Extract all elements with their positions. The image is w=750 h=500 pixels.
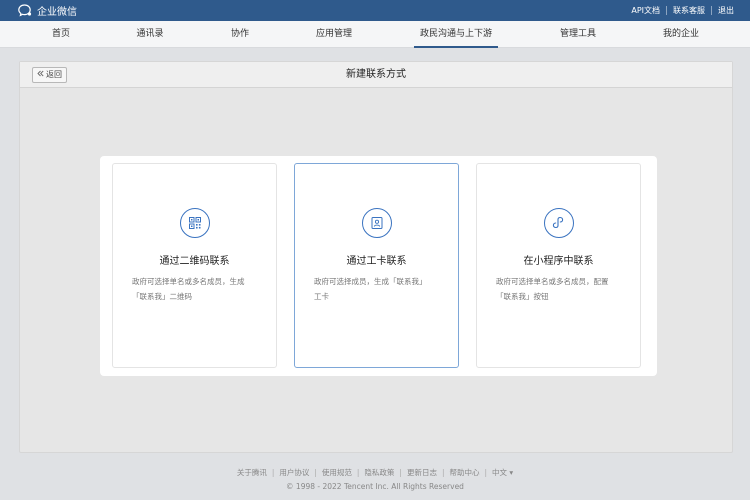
work-card-icon	[362, 208, 392, 238]
card-description: 政府可选择单名或多名成员，生成 「联系我」二维码	[132, 274, 258, 304]
card-description: 政府可选择单名或多名成员，配置 「联系我」按钮	[496, 274, 622, 304]
nav-item-home[interactable]: 首页	[52, 21, 70, 48]
card-description: 政府可选择成员，生成「联系我」 工卡	[314, 274, 440, 304]
card-description-line: 政府可选择成员，生成「联系我」	[314, 277, 427, 286]
footer-link-help-center[interactable]: 帮助中心	[449, 468, 479, 477]
card-description-line: 政府可选择单名或多名成员，配置	[496, 277, 609, 286]
brand[interactable]: 企业微信	[18, 3, 77, 18]
card-title: 通过工卡联系	[346, 256, 407, 267]
footer-link-about[interactable]: 关于腾讯	[237, 468, 267, 477]
page-title: 新建联系方式	[346, 69, 406, 80]
copyright: © 1998 - 2022 Tencent Inc. All Rights Re…	[286, 482, 464, 491]
card-description-line: 「联系我」二维码	[132, 292, 192, 301]
contact-support-link[interactable]: 联系客服	[673, 5, 705, 16]
footer-link-usage-rules[interactable]: 使用规范	[322, 468, 352, 477]
nav-item-my-enterprise[interactable]: 我的企业	[663, 21, 699, 48]
api-docs-link[interactable]: API文档	[631, 5, 660, 16]
main-nav: 首页 通讯录 协作 应用管理 政民沟通与上下游 管理工具 我的企业	[0, 21, 750, 48]
nav-item-government-communication[interactable]: 政民沟通与上下游	[413, 21, 499, 48]
footer-link-changelog[interactable]: 更新日志	[407, 468, 437, 477]
qrcode-contact-card[interactable]: 通过二维码联系 政府可选择单名或多名成员，生成 「联系我」二维码	[112, 163, 277, 368]
divider: |	[484, 468, 488, 477]
divider	[666, 6, 667, 15]
contact-method-options: 通过二维码联系 政府可选择单名或多名成员，生成 「联系我」二维码 通过工卡联系 …	[100, 156, 657, 376]
nav-item-contacts[interactable]: 通讯录	[136, 21, 163, 48]
wecom-logo-icon	[18, 4, 33, 17]
nav-item-management-tools[interactable]: 管理工具	[560, 21, 596, 48]
divider: |	[356, 468, 360, 477]
qrcode-icon	[180, 208, 210, 238]
divider: |	[441, 468, 445, 477]
card-title: 在小程序中联系	[523, 256, 594, 267]
mini-program-contact-card[interactable]: 在小程序中联系 政府可选择单名或多名成员，配置 「联系我」按钮	[476, 163, 641, 368]
nav-item-collaboration[interactable]: 协作	[231, 21, 249, 48]
nav-item-app-management[interactable]: 应用管理	[316, 21, 352, 48]
work-card-contact-card[interactable]: 通过工卡联系 政府可选择成员，生成「联系我」 工卡	[294, 163, 459, 368]
mini-program-icon	[544, 208, 574, 238]
card-description-line: 政府可选择单名或多名成员，生成	[132, 277, 245, 286]
footer-link-privacy[interactable]: 隐私政策	[364, 468, 394, 477]
language-selector[interactable]: 中文 ▾	[492, 468, 513, 477]
card-title: 通过二维码联系	[159, 256, 230, 267]
top-bar: 企业微信 API文档 联系客服 退出	[0, 0, 750, 21]
panel-header: 返回 新建联系方式	[20, 62, 732, 88]
divider: |	[399, 468, 402, 477]
content-panel: 返回 新建联系方式 通过二维码联系 政府可选择单名或多名成员，生成 「联系我」二…	[19, 61, 733, 453]
divider: |	[271, 468, 275, 477]
card-description-line: 工卡	[314, 292, 329, 301]
top-links: API文档 联系客服 退出	[631, 0, 734, 21]
footer-links: 关于腾讯 | 用户协议 | 使用规范 | 隐私政策 | 更新日志 | 帮助中心 | 中文 ▾	[0, 467, 750, 478]
divider: |	[314, 468, 317, 477]
brand-name: 企业微信	[37, 7, 77, 18]
divider	[711, 6, 712, 15]
logout-link[interactable]: 退出	[718, 5, 734, 16]
card-description-line: 「联系我」按钮	[496, 292, 549, 301]
footer-link-user-agreement[interactable]: 用户协议	[279, 468, 309, 477]
